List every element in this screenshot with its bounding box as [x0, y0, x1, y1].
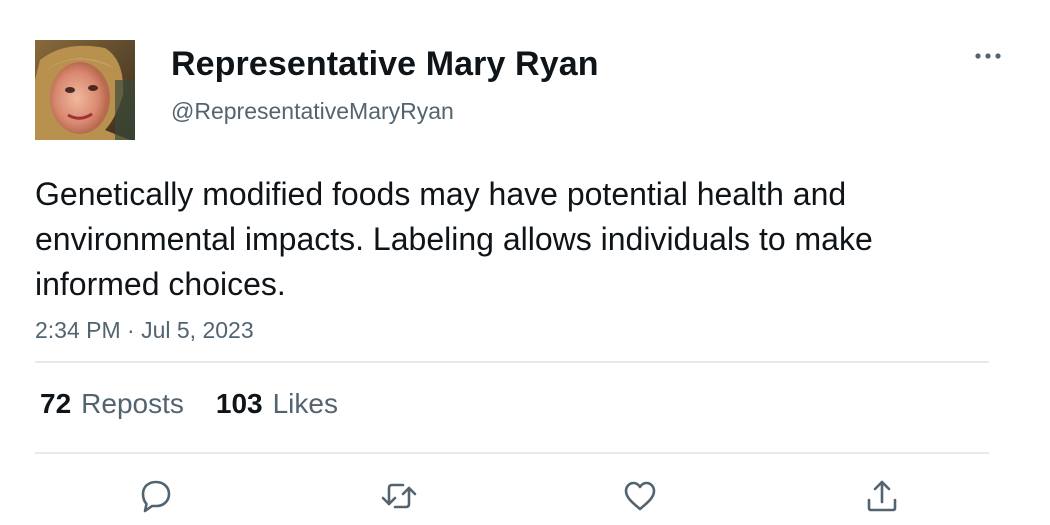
share-button[interactable]	[860, 474, 904, 518]
author-display-name[interactable]: Representative Mary Ryan	[171, 44, 599, 84]
heart-icon	[624, 481, 656, 511]
reply-bubble-icon	[141, 480, 171, 513]
like-button[interactable]	[618, 474, 662, 518]
repost-button[interactable]	[377, 474, 421, 518]
divider	[35, 452, 989, 454]
likes-count: 103	[215, 388, 263, 419]
avatar[interactable]	[35, 40, 135, 140]
tweet-text: Genetically modified foods may have pote…	[35, 176, 873, 302]
divider	[35, 361, 989, 363]
avatar-portrait-image	[35, 40, 135, 140]
more-options-icon[interactable]	[968, 44, 1008, 68]
tweet-timestamp[interactable]: 2:34 PM · Jul 5, 2023	[35, 316, 254, 344]
engagement-stats: 72 Reposts 103 Likes	[40, 386, 338, 422]
reposts-label: Reposts	[81, 388, 184, 419]
repost-arrows-icon	[381, 483, 417, 509]
likes-label: Likes	[272, 388, 338, 419]
reposts-stat[interactable]: 72 Reposts	[40, 386, 184, 422]
tweet-card: Representative Mary Ryan @Representative…	[0, 0, 1050, 525]
author-handle[interactable]: @RepresentativeMaryRyan	[171, 97, 454, 125]
reposts-count: 72	[40, 388, 72, 419]
likes-stat[interactable]: 103 Likes	[216, 386, 338, 422]
reply-button[interactable]	[134, 474, 178, 518]
share-upload-icon	[867, 480, 897, 512]
